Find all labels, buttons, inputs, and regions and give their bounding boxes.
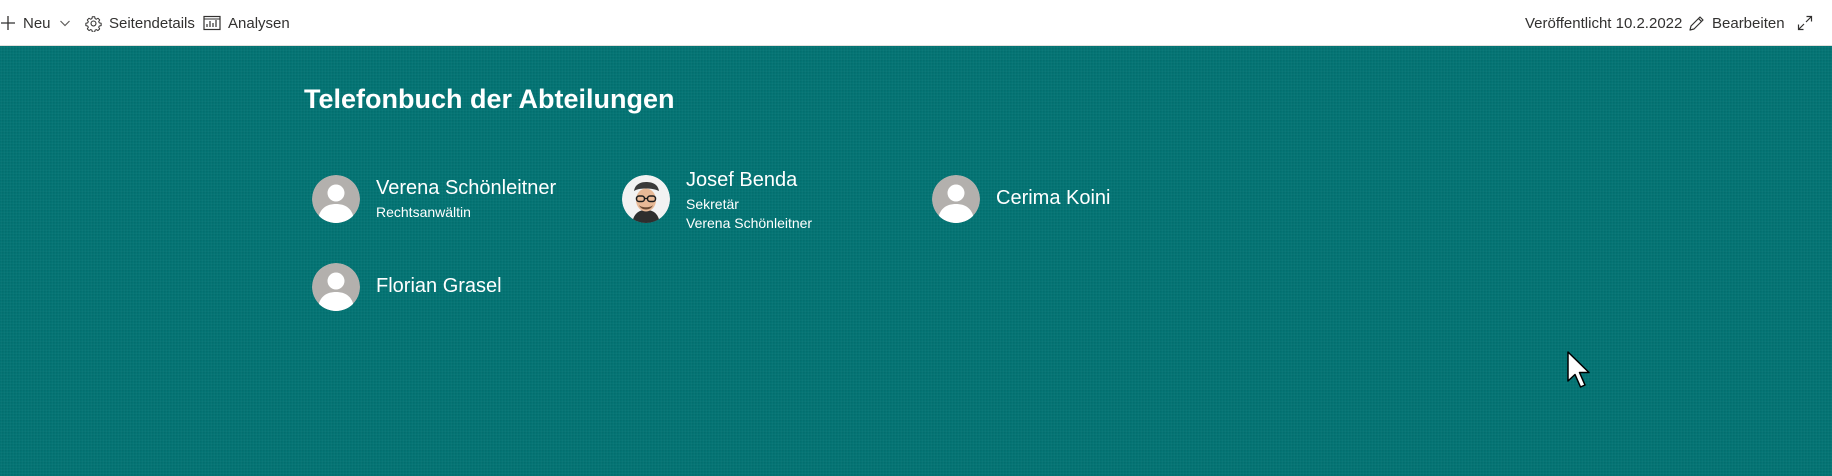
person-title: Sekretär [686, 196, 739, 212]
page-details-label: Seitendetails [109, 14, 195, 32]
avatar [622, 175, 670, 223]
analytics-icon [203, 15, 221, 31]
person-card[interactable]: Florian Grasel [312, 263, 562, 315]
new-button[interactable]: Neu [0, 0, 71, 46]
gear-icon [85, 15, 102, 32]
expand-button[interactable] [1797, 0, 1813, 46]
avatar [312, 175, 360, 223]
analytics-button[interactable]: Analysen [203, 0, 290, 46]
analytics-label: Analysen [228, 14, 290, 32]
pencil-icon [1688, 15, 1705, 32]
person-name: Florian Grasel [376, 275, 502, 297]
command-bar: Neu Seitendetails Analysen Veröffentlich… [0, 0, 1832, 46]
mouse-cursor-icon [1567, 351, 1591, 394]
person-card[interactable]: Josef Benda Sekretär Verena Schönleitner [622, 169, 872, 245]
chevron-down-icon [59, 17, 71, 29]
plus-icon [0, 15, 16, 31]
edit-button[interactable]: Bearbeiten [1688, 0, 1785, 46]
avatar [932, 175, 980, 223]
person-name: Josef Benda [686, 169, 798, 191]
avatar [312, 263, 360, 311]
page-details-button[interactable]: Seitendetails [85, 0, 195, 46]
person-manager: Verena Schönleitner [686, 215, 813, 231]
person-name: Cerima Koini [996, 187, 1111, 209]
new-button-label: Neu [23, 14, 51, 32]
expand-icon [1797, 15, 1813, 31]
page-title: Telefonbuch der Abteilungen [304, 84, 675, 114]
edit-button-label: Bearbeiten [1712, 14, 1785, 32]
published-status-text: Veröffentlicht 10.2.2022 [1525, 14, 1683, 32]
person-name: Verena Schönleitner [376, 177, 557, 199]
person-card[interactable]: Verena Schönleitner Rechtsanwältin [312, 175, 562, 227]
published-status: Veröffentlicht 10.2.2022 [1525, 0, 1682, 46]
page-canvas: Telefonbuch der Abteilungen Verena Schön… [0, 46, 1832, 476]
person-card[interactable]: Cerima Koini [932, 175, 1182, 227]
person-title: Rechtsanwältin [376, 204, 471, 220]
